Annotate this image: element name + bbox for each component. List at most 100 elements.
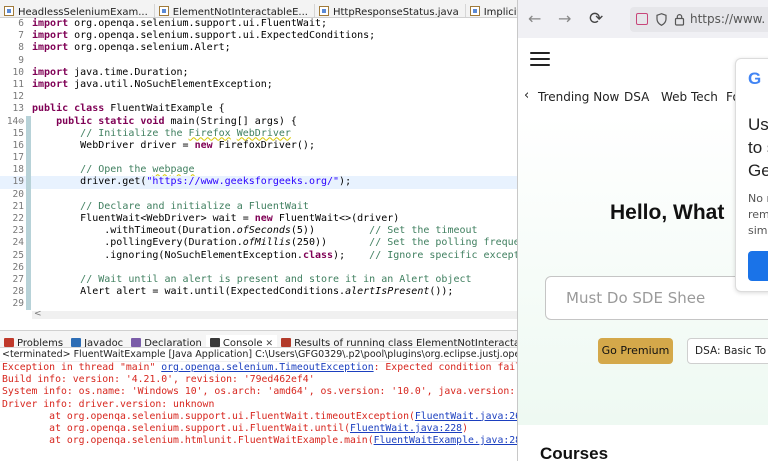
console-text: ) [462,422,468,434]
code-token: import [32,30,69,42]
console-link[interactable]: FluentWait.java:265 [415,411,517,422]
editor-tab[interactable]: HttpResponseStatus.java [315,4,466,17]
code-token: java.util.NoSuchElementException; [68,78,273,90]
console-text: at org.openqa.selenium.htmlunit.FluentWa… [2,435,374,447]
console-link[interactable]: org.openqa.selenium.TimeoutException [161,362,373,373]
go-premium-button[interactable]: Go Premium [598,338,673,364]
line-number: 23 [12,225,24,237]
reload-icon[interactable]: ⟳ [589,11,603,28]
forward-arrow-icon[interactable]: → [558,11,571,27]
console-link[interactable]: FluentWaitExample.java:28 [374,435,517,446]
console-line: System info: os.name: 'Windows 10', os.a… [0,386,517,398]
code-line[interactable]: 29 [0,298,517,310]
courses-heading: Courses [540,444,609,461]
code-line[interactable]: 9 [0,55,517,67]
search-placeholder: Must Do SDE Shee [566,289,706,307]
console-line: Driver info: driver.version: unknown [0,399,517,411]
code-token: public class [32,103,105,115]
google-signin-popup: G Use to s Ge No m reme simp [735,58,768,292]
back-arrow-icon[interactable]: ← [528,11,541,27]
panel-tab-console[interactable]: Console ✕ [205,335,278,347]
editor-tab[interactable]: ElementNotInteractableE... [155,4,315,17]
console-link[interactable]: FluentWait.java:228 [350,423,462,434]
code-line[interactable]: 24 .pollingEvery(Duration.ofMillis(250))… [0,237,517,250]
console-text: at org.openqa.selenium.support.ui.Fluent… [2,422,350,434]
code-line[interactable]: 22 FluentWait<WebDriver> wait = new Flue… [0,213,517,226]
change-ruler-marker [26,18,31,30]
dsa-course-button[interactable]: DSA: Basic To Ad [687,338,768,364]
code-line[interactable]: 19 driver.get("https://www.geeksforgeeks… [0,176,517,189]
code-line[interactable]: 7 import org.openqa.selenium.support.ui.E… [0,30,517,42]
line-number: 8 [18,42,24,54]
code-line[interactable]: 18 // Open the webpage [0,164,517,177]
editor-tab[interactable]: ImplicitW [466,4,517,17]
console-line: at org.openqa.selenium.support.ui.Fluent… [0,423,517,435]
change-ruler-marker [26,237,31,250]
code-line[interactable]: 15 // Initialize the Firefox WebDriver [0,127,517,140]
code-line[interactable]: 20 [0,188,517,201]
java-file-icon [4,6,14,16]
address-bar[interactable]: https://www. [630,7,768,32]
code-line[interactable]: 6 import org.openqa.selenium.support.ui.F… [0,18,517,30]
nav-item-trending-now[interactable]: Trending Now [538,90,619,104]
code-token: // Set the polling frequency [369,237,517,249]
console-text: Driver info: driver.version: unknown [2,398,215,410]
console-line: at org.openqa.selenium.htmlunit.FluentWa… [0,435,517,447]
nav-item-dsa[interactable]: DSA [624,90,649,104]
line-number: 11 [12,78,24,90]
code-line[interactable]: 23 .withTimeout(Duration.ofSeconds(5)) /… [0,225,517,238]
code-line[interactable]: 10 import java.time.Duration; [0,67,517,79]
console-text: System info: os.name: 'Windows 10', os.a… [2,386,517,398]
code-text: FluentWait<WebDriver> wait = new FluentW… [32,213,399,225]
code-line[interactable]: 11 import java.util.NoSuchElementExceptio… [0,79,517,91]
console-text: at org.openqa.selenium.support.ui.Fluent… [2,410,415,422]
hamburger-menu-icon[interactable] [530,52,550,66]
code-line[interactable]: 16 WebDriver driver = new FirefoxDriver(… [0,139,517,153]
change-ruler-marker [26,273,31,287]
code-line[interactable]: 27 // Wait until an alert is present and… [0,273,517,287]
popup-title-line: Ge [748,161,768,180]
panel-tab-results[interactable]: Results of running class ElementNotInter… [277,335,517,347]
console-line: at org.openqa.selenium.support.ui.Fluent… [0,411,517,423]
code-token: // Wait until an alert is present and st… [80,273,472,285]
scroll-left-icon[interactable]: < [34,309,42,319]
change-ruler-marker [26,42,31,54]
code-line[interactable]: 12 [0,91,517,103]
hero-section: Hello, What Must Do SDE Shee Go Premium … [518,115,768,425]
change-ruler-marker [26,176,31,189]
code-line[interactable]: 8 import org.openqa.selenium.Alert; [0,42,517,54]
line-number: 16 [12,139,24,151]
code-line[interactable]: 14⊖ public static void main(String[] arg… [0,115,517,128]
close-tab-icon[interactable]: ✕ [266,339,274,347]
shield-icon[interactable] [656,13,667,26]
nav-item-web-tech[interactable]: Web Tech [661,90,718,104]
console-text: Build info: version: '4.21.0', revision:… [2,374,315,386]
popup-subtitle-line: No m [748,192,768,205]
lock-icon[interactable] [674,13,685,26]
code-text: .pollingEvery(Duration.ofMillis(250)) //… [32,237,517,249]
browser-window: ← → ⟳ https://www. ‹ Trending Now DSA We… [517,0,768,461]
code-line[interactable]: 17 [0,152,517,165]
line-number: 7 [18,30,24,42]
editor-tab[interactable]: HeadlessSeleniumExam... [0,4,155,17]
console-output[interactable]: Exception in thread "main" org.openqa.se… [0,362,517,461]
code-line[interactable]: 13 public class FluentWaitExample { [0,103,517,115]
editor-horizontal-scrollbar[interactable]: < [32,309,517,319]
panel-tab-problems[interactable]: Problems [0,335,67,347]
code-line[interactable]: 26 [0,261,517,274]
panel-tab-declaration[interactable]: Declaration [127,335,206,347]
code-line[interactable]: 21 // Declare and initialize a FluentWai… [0,200,517,213]
console-text: Exception in thread "main" [2,362,162,373]
code-line[interactable]: 28 Alert alert = wait.until(ExpectedCond… [0,286,517,299]
panel-tab-javadoc[interactable]: Javadoc [67,335,127,347]
nav-scroll-left-icon[interactable]: ‹ [524,88,529,103]
java-file-icon [469,6,480,16]
change-ruler-marker [26,286,31,299]
code-line[interactable]: 25 .ignoring(NoSuchElementException.clas… [0,249,517,262]
google-continue-button[interactable] [748,251,768,281]
code-token: new [254,213,273,224]
code-editor[interactable]: 6 import org.openqa.selenium.support.ui.F… [0,18,517,310]
line-number: 19 [12,176,24,188]
